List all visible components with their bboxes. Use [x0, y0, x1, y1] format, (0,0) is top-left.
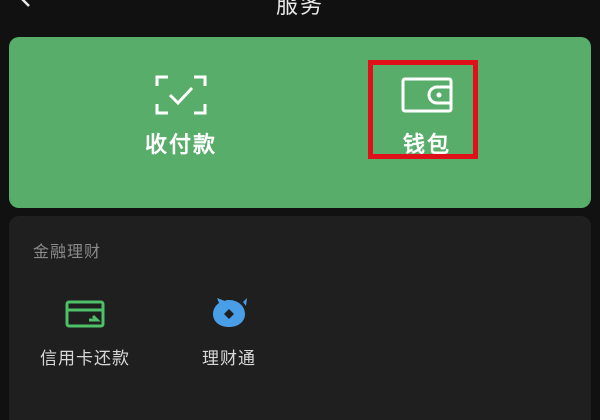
credit-card-repay-button[interactable]: 信用卡还款: [25, 286, 145, 386]
licaitong-button[interactable]: 理财通: [169, 286, 289, 386]
credit-card-repay-label: 信用卡还款: [40, 349, 130, 369]
section-title: 金融理财: [33, 242, 102, 261]
credit-card-repay-icon: [65, 300, 105, 328]
scan-check-icon: [155, 75, 207, 115]
pay-receive-label: 收付款: [144, 133, 217, 158]
licaitong-icon: [213, 298, 247, 327]
finance-services-panel: 金融理财 信用卡还款 理财通: [9, 216, 591, 420]
pay-receive-button[interactable]: 收付款: [81, 37, 281, 208]
wallet-highlight-box: [368, 60, 478, 159]
wechat-pay-card: 收付款 钱包: [9, 37, 591, 208]
more-dots-icon[interactable]: [550, 0, 586, 6]
page-title: 服务: [275, 0, 324, 19]
top-navigation-bar: 服务: [0, 0, 600, 28]
licaitong-label: 理财通: [202, 349, 256, 369]
